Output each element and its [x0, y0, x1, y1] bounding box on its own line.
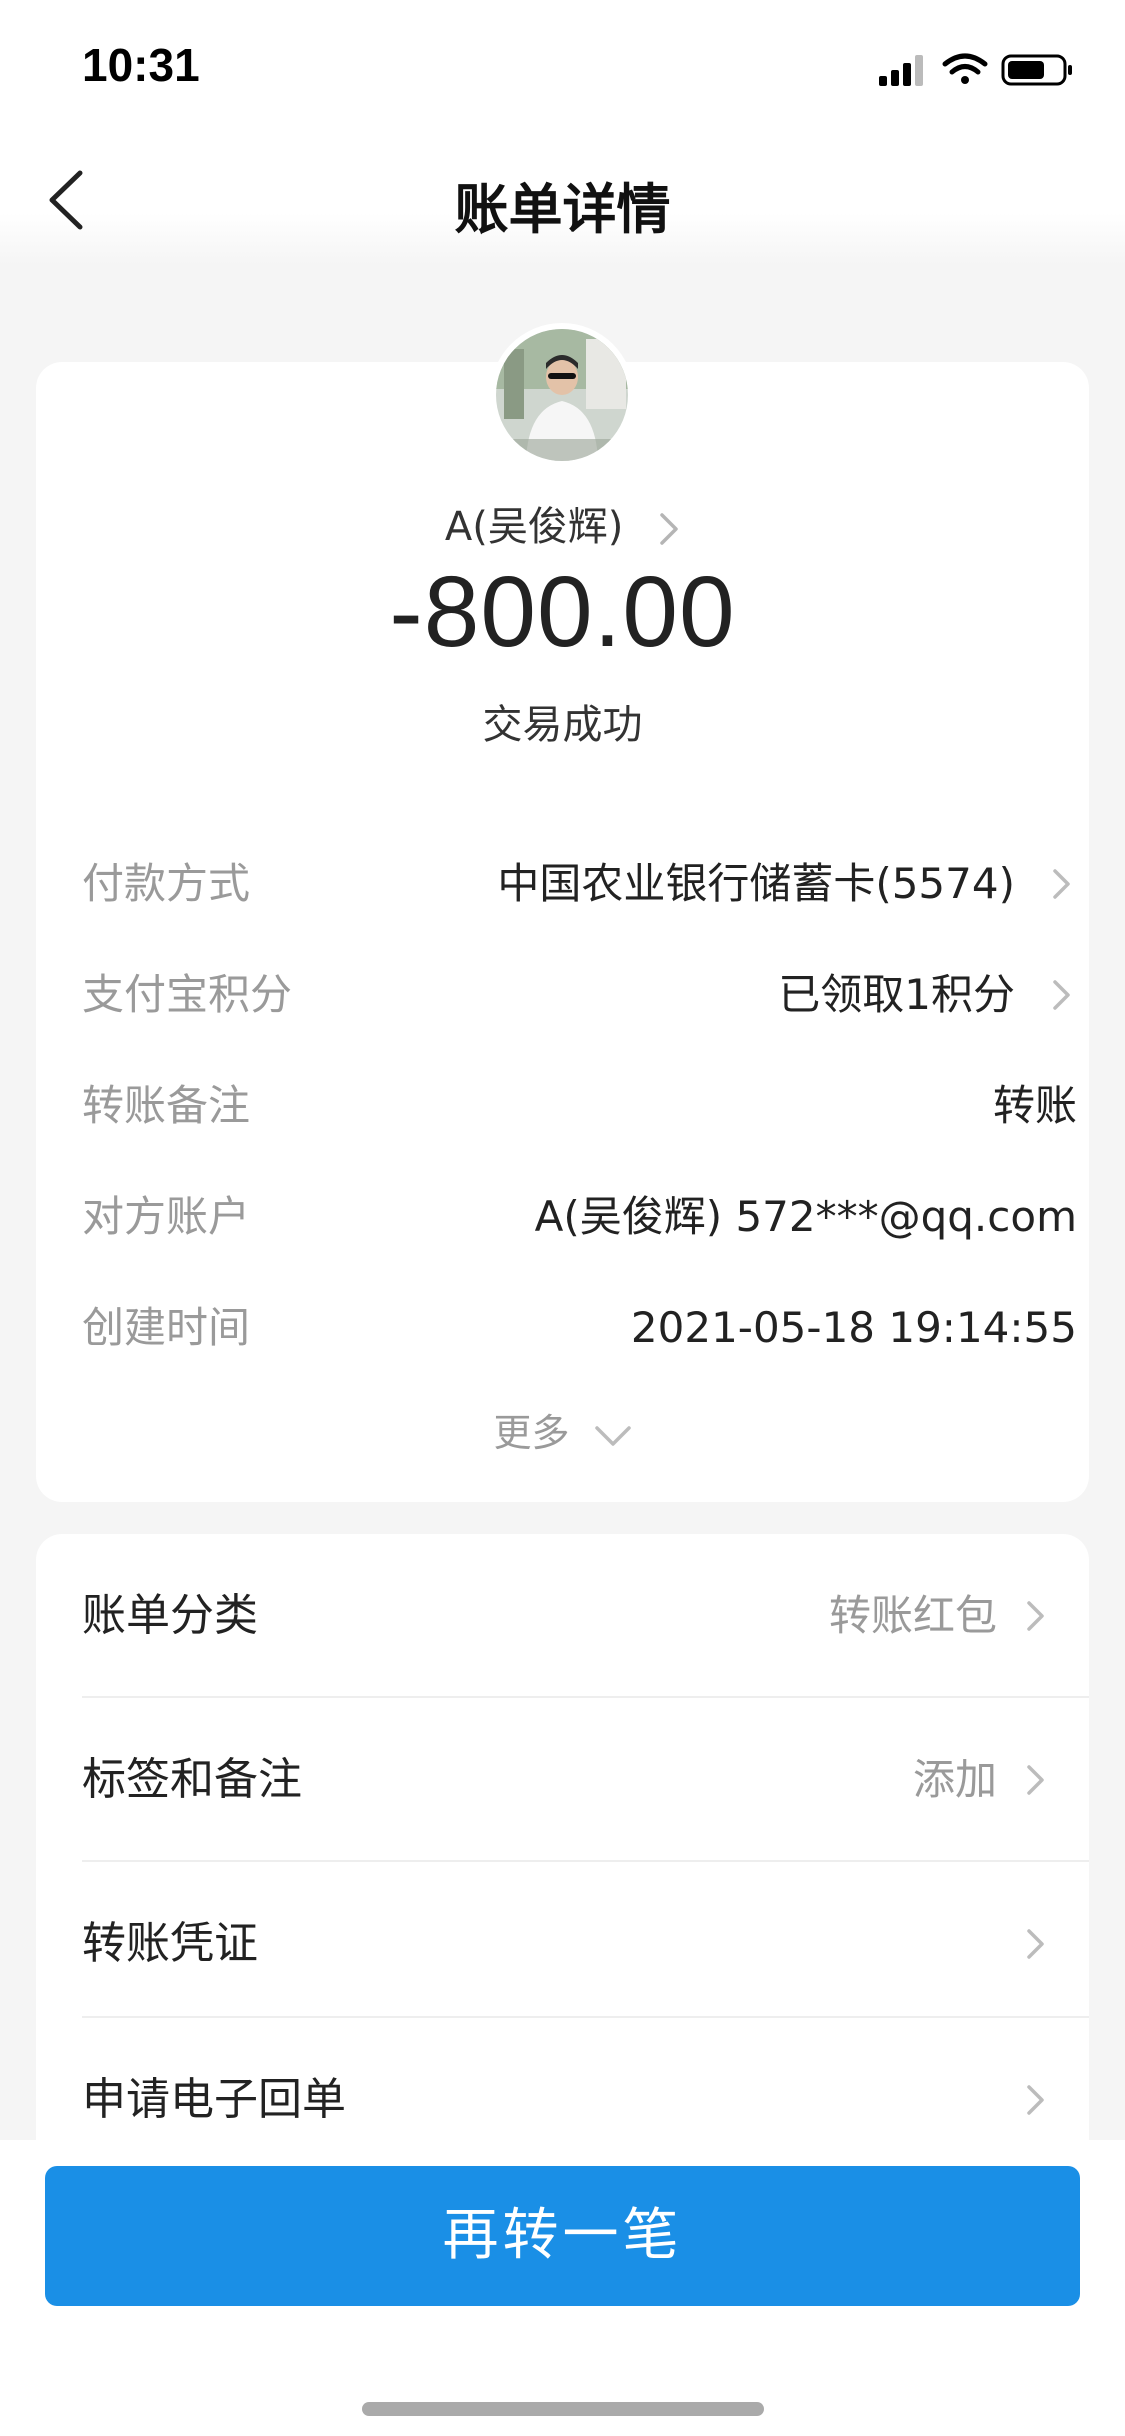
- chevron-right-icon: [1027, 1765, 1044, 1795]
- navigation-bar: 账单详情: [0, 135, 1125, 265]
- detail-value: 2021-05-18 19:14:55: [630, 1303, 1077, 1352]
- chevron-right-icon: [1027, 1929, 1044, 1959]
- action-label: 转账凭证: [82, 1918, 258, 1969]
- detail-label: 支付宝积分: [82, 970, 293, 1019]
- action-row-bill-category[interactable]: 账单分类 转账红包: [82, 1534, 1089, 1698]
- chevron-down-icon: [594, 1425, 631, 1446]
- action-row-transfer-voucher[interactable]: 转账凭证: [82, 1862, 1089, 2018]
- detail-row-payment-method[interactable]: 付款方式 中国农业银行储蓄卡(5574): [82, 854, 1077, 914]
- action-row-tags-notes[interactable]: 标签和备注 添加: [82, 1698, 1089, 1862]
- detail-label: 付款方式: [82, 859, 251, 908]
- bill-summary-card: A(吴俊辉) -800.00 交易成功 付款方式 中国农业银行储蓄卡(5574)…: [36, 329, 1089, 1502]
- detail-row-counterparty-account: 对方账户 A(吴俊辉) 572***@qq.com: [82, 1187, 1077, 1247]
- avatar[interactable]: [496, 329, 628, 461]
- avatar-photo: [496, 329, 628, 461]
- more-toggle[interactable]: 更多: [36, 1402, 1089, 1457]
- detail-row-points[interactable]: 支付宝积分 已领取1积分: [82, 965, 1077, 1025]
- status-icons: [879, 53, 1072, 86]
- status-time: 10:31: [82, 39, 200, 91]
- transaction-status: 交易成功: [482, 702, 643, 748]
- chevron-right-icon: [1027, 1601, 1044, 1631]
- detail-value: 中国农业银行储蓄卡(5574): [497, 859, 1015, 908]
- detail-row-transfer-note: 转账备注 转账: [82, 1076, 1077, 1136]
- transaction-amount: -800.00: [389, 556, 736, 668]
- detail-label: 对方账户: [82, 1192, 251, 1241]
- status-bar: 10:31: [0, 0, 1125, 135]
- detail-value: 已领取1积分: [778, 970, 1015, 1019]
- chevron-right-icon: [1053, 980, 1070, 1010]
- chevron-right-icon: [1027, 2085, 1044, 2115]
- detail-value: 转账: [992, 1081, 1077, 1130]
- transfer-again-button[interactable]: 再转一笔: [45, 2166, 1080, 2306]
- more-label: 更多: [493, 1411, 570, 1455]
- home-indicator: [362, 2402, 764, 2416]
- detail-value: A(吴俊辉) 572***@qq.com: [534, 1192, 1077, 1241]
- detail-label: 创建时间: [82, 1303, 251, 1352]
- action-label: 账单分类: [82, 1590, 258, 1641]
- bottom-bar: 再转一笔: [0, 2140, 1125, 2436]
- detail-row-created-time: 创建时间 2021-05-18 19:14:55: [82, 1298, 1077, 1358]
- action-value: 添加: [912, 1755, 997, 1804]
- counterparty-row[interactable]: A(吴俊辉): [36, 494, 1089, 552]
- chevron-right-icon: [1053, 869, 1070, 899]
- page-title: 账单详情: [454, 178, 671, 241]
- counterparty-name: A(吴俊辉): [444, 504, 624, 550]
- wifi-icon: [942, 53, 988, 84]
- detail-label: 转账备注: [82, 1081, 251, 1130]
- action-value: 转账红包: [828, 1591, 997, 1640]
- battery-icon: [1001, 54, 1072, 86]
- cellular-signal-icon: [879, 55, 923, 86]
- action-label: 申请电子回单: [82, 2074, 346, 2125]
- action-label: 标签和备注: [82, 1754, 302, 1805]
- chevron-right-icon: [660, 513, 678, 545]
